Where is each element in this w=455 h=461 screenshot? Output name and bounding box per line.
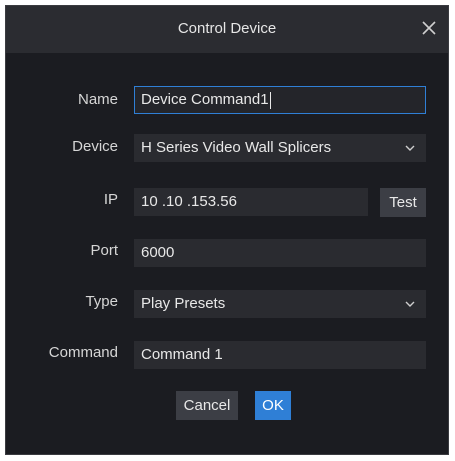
name-label: Name — [77, 91, 118, 108]
close-icon[interactable] — [418, 17, 440, 39]
cancel-button[interactable]: Cancel — [176, 391, 238, 420]
command-input-value: Command 1 — [141, 346, 223, 363]
dialog-title: Control Device — [177, 20, 277, 37]
port-label: Port — [90, 242, 118, 259]
ok-button[interactable]: OK — [255, 391, 291, 420]
ip-input-value: 10 .10 .153.56 — [141, 193, 237, 210]
text-cursor — [269, 91, 271, 109]
name-input[interactable]: Device Command1 — [134, 86, 426, 114]
type-select-value: Play Presets — [141, 295, 226, 312]
name-input-value: Device Command1 — [141, 91, 269, 108]
port-input[interactable]: 6000 — [134, 239, 426, 267]
command-label: Command — [48, 344, 118, 361]
port-input-value: 6000 — [141, 244, 175, 261]
type-select[interactable]: Play Presets — [134, 290, 426, 318]
device-select[interactable]: H Series Video Wall Splicers — [134, 134, 426, 162]
command-input[interactable]: Command 1 — [134, 341, 426, 369]
chevron-down-icon — [405, 301, 415, 307]
control-device-dialog: Control Device Name Device Command1 Devi… — [5, 5, 449, 455]
device-select-value: H Series Video Wall Splicers — [141, 139, 332, 156]
ip-label: IP — [103, 191, 118, 208]
ip-input[interactable]: 10 .10 .153.56 — [134, 188, 368, 216]
dialog-titlebar: Control Device — [6, 6, 448, 53]
type-label: Type — [85, 293, 118, 310]
device-label: Device — [72, 138, 118, 155]
chevron-down-icon — [405, 145, 415, 151]
test-button[interactable]: Test — [380, 188, 426, 217]
